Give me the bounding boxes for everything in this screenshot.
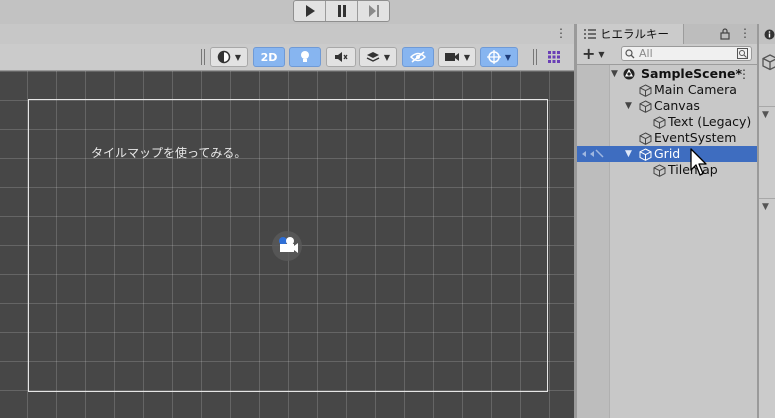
audio-mute-icon [335,52,348,62]
tree-item-grid[interactable]: ▼ Grid [577,146,757,162]
tree-item-tilemap[interactable]: Tilemap [577,162,757,178]
gameobject-cube-icon [639,132,652,145]
play-controls [293,0,390,22]
search-scope-icon[interactable] [737,48,748,59]
search-icon [625,49,635,59]
scene-visibility-icon [410,51,426,63]
lock-icon[interactable] [720,28,730,40]
search-placeholder: All [639,47,653,60]
divider [759,106,775,107]
audio-toggle[interactable] [326,47,356,67]
hierarchy-tab-bar: ヒエラルキー ⋮ [577,24,757,45]
camera-gizmo-icon[interactable] [271,230,303,262]
scene-toolbar: ▼ 2D ▼ ▼ ▼ [0,44,574,71]
expand-triangle-icon[interactable]: ▼ [625,98,632,114]
scene-visibility-toggle[interactable] [402,47,434,67]
info-icon [764,29,775,40]
camera-icon [444,53,459,61]
lighting-toggle[interactable] [289,47,321,67]
tab-hierarchy[interactable]: ヒエラルキー [577,24,684,44]
chevron-down-icon: ▼ [598,49,605,59]
divider [759,198,775,199]
grid-icon [548,51,560,63]
gameobject-cube-icon [653,116,666,129]
unity-scene-icon [623,68,635,80]
search-input[interactable]: All [621,46,752,61]
shading-mode-icon [217,50,231,64]
scene-tab-header: ⋮ [0,24,574,45]
gameobject-cube-icon [639,100,652,113]
lighting-icon [301,51,309,62]
hierarchy-menu-icon[interactable]: ⋮ [739,26,751,40]
tree-item-label: SampleScene* [641,66,742,81]
hierarchy-toolbar: + ▼ All [577,44,757,65]
scene-menu-icon[interactable]: ⋮ [555,26,567,40]
gameobject-cube-icon [639,148,652,161]
gameobject-cube-icon [653,164,666,177]
toggle-2d-button[interactable]: 2D [253,47,285,67]
play-button[interactable] [294,1,326,21]
tree-item-eventsystem[interactable]: EventSystem [577,130,757,146]
tab-hierarchy-label: ヒエラルキー [600,27,669,41]
tree-item-label: Grid [654,146,681,161]
gameobject-cube-icon [762,54,775,71]
tree-item-label: Main Camera [654,82,737,97]
add-object-dropdown[interactable]: + ▼ [582,44,605,64]
tree-item-label: Canvas [654,98,700,113]
step-icon [368,5,379,17]
add-label: + [582,44,596,63]
tree-item-text-legacy[interactable]: Text (Legacy) [577,114,757,130]
toolbar-drag-handle[interactable] [201,49,205,65]
expand-triangle-icon[interactable]: ▼ [625,146,632,162]
expand-triangle-icon[interactable]: ▼ [762,202,769,212]
scene-text-label: タイルマップを使ってみる。 [91,146,247,160]
pause-icon [337,5,346,17]
expand-triangle-icon[interactable]: ▼ [611,66,618,82]
grid-settings-button[interactable] [542,47,566,67]
step-button[interactable] [358,1,389,21]
tree-item-label: EventSystem [654,130,737,145]
toggle-2d-label: 2D [260,50,278,64]
effects-icon [366,52,380,62]
scene-view[interactable]: タイルマップを使ってみる。 [0,71,574,418]
gizmos-dropdown[interactable]: ▼ [480,47,518,67]
main-toolbar [0,0,775,25]
tree-item-label: Text (Legacy) [668,114,752,129]
drag-arrows-icon [582,149,604,158]
hierarchy-tree: ▼ SampleScene* ⋮ Main Camera ▼ Canvas Te… [577,65,757,418]
gizmos-icon [486,50,501,64]
tree-item-main-camera[interactable]: Main Camera [577,82,757,98]
pause-button[interactable] [326,1,358,21]
expand-triangle-icon[interactable]: ▼ [762,110,769,120]
camera-settings-dropdown[interactable]: ▼ [438,47,476,67]
gameobject-cube-icon [639,84,652,97]
scene-menu-icon[interactable]: ⋮ [738,66,750,82]
play-icon [305,5,315,17]
effects-dropdown[interactable]: ▼ [359,47,397,67]
tree-item-canvas[interactable]: ▼ Canvas [577,98,757,114]
hierarchy-list-icon [584,29,596,39]
toolbar-drag-handle[interactable] [533,49,537,65]
mouse-cursor-icon [690,148,707,176]
shading-mode-dropdown[interactable]: ▼ [210,47,248,67]
inspector-body: ▼ ▼ [759,44,775,418]
tree-item-scene[interactable]: ▼ SampleScene* ⋮ [577,66,757,82]
